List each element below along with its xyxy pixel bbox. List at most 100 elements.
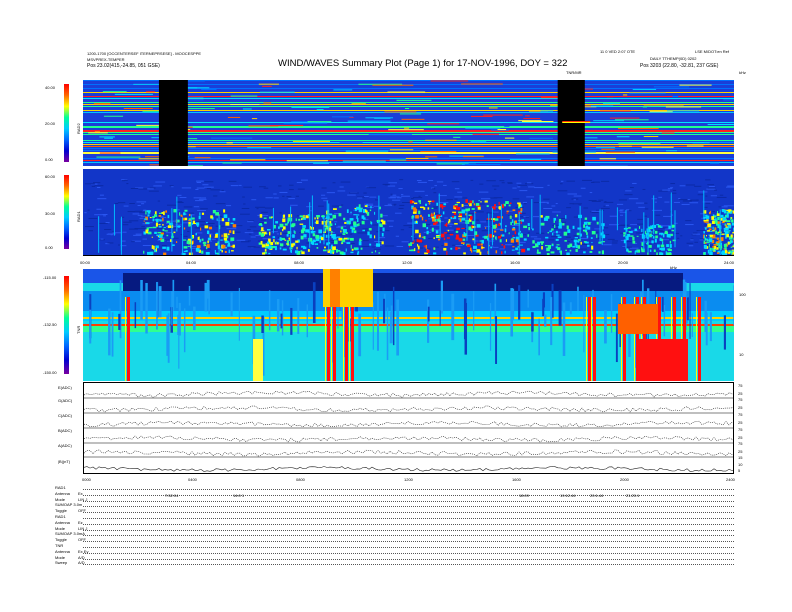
rad1-burst	[230, 222, 234, 225]
rad1-noise	[241, 207, 250, 209]
rad1-noise	[133, 234, 142, 236]
rad2-streak	[201, 89, 217, 91]
rad1-burst	[732, 210, 734, 214]
rad1-noise	[155, 181, 166, 183]
rad1-burst	[536, 251, 541, 254]
rad1-noise	[362, 240, 369, 242]
tnr-streak	[439, 310, 441, 326]
rad1-noise	[428, 218, 432, 220]
tnr-label-top: TNR/MR	[566, 70, 582, 75]
rad1-noise	[375, 199, 378, 201]
rad2-streak	[292, 140, 330, 142]
rad1-burst	[219, 248, 222, 252]
rad1-noise	[519, 241, 526, 243]
rad2-streak	[609, 117, 640, 119]
tnr-streak	[704, 300, 707, 332]
rad1-burst	[505, 225, 507, 228]
rad1-burst	[443, 232, 448, 234]
rad1-burst	[222, 244, 226, 249]
rad2-streak	[686, 145, 704, 147]
rad1-burst	[370, 206, 372, 209]
rad2-streak	[387, 91, 426, 93]
rad1-burst	[332, 237, 337, 240]
rad2-streak	[102, 91, 127, 93]
rad2-streak	[351, 103, 366, 105]
rad2-streak	[616, 136, 630, 138]
tnr-spike-edge	[696, 297, 697, 381]
rad1-noise	[400, 229, 405, 231]
rad2-streak	[372, 84, 414, 86]
rad1-noise	[392, 194, 397, 196]
rad2-streak	[692, 142, 710, 144]
rad2-streak	[259, 91, 295, 93]
tnr-streak	[538, 318, 540, 356]
rad2-streak	[632, 89, 657, 91]
rad1-burst	[431, 212, 433, 217]
rad1-burst	[659, 237, 662, 241]
rad1-burst	[215, 234, 218, 238]
rad1-noise	[363, 192, 367, 194]
rad1-noise	[686, 242, 694, 244]
rad1-burst	[727, 241, 730, 245]
tnr-streak	[280, 313, 283, 329]
footer-dotted-rule	[83, 523, 734, 525]
rad1-burst	[315, 220, 319, 225]
rad1-burst	[186, 240, 190, 245]
rad2-streak	[396, 99, 432, 101]
footer-label: TNR	[55, 543, 64, 548]
rad1-noise	[493, 197, 503, 199]
rad1-burst	[716, 213, 720, 217]
rad1-burst	[586, 235, 589, 238]
rad1-noise	[651, 198, 658, 200]
rad1-burst	[232, 244, 235, 248]
rad2-streak	[368, 134, 412, 136]
rad1-noise	[279, 191, 288, 193]
rad1-burst	[260, 233, 265, 237]
rad1-noise	[620, 224, 629, 226]
rad1-noise	[573, 235, 578, 237]
rad1-noise	[210, 189, 221, 191]
rad1-noise	[486, 180, 496, 182]
footer-marker: 18:09	[519, 493, 530, 498]
rad1-burst	[365, 209, 367, 213]
rad2-streak	[614, 119, 649, 121]
rad1-burst	[554, 224, 556, 229]
tnr-streak	[276, 299, 280, 332]
rad1-burst	[188, 218, 192, 221]
rad1-burst	[410, 242, 412, 246]
tnr-spike-edge	[586, 297, 587, 381]
rad1-burst	[154, 219, 159, 221]
rad1-noise	[196, 187, 205, 189]
rad1-noise	[700, 213, 704, 215]
rad2-streak	[258, 83, 279, 85]
footer-label: RAD1	[55, 514, 66, 519]
rad1-burst	[437, 238, 441, 241]
rad1-noise	[492, 211, 499, 213]
rad1-burst	[423, 207, 426, 210]
rad2-streak	[540, 110, 554, 112]
rad1-burst	[591, 241, 593, 244]
rad1-burst	[227, 233, 230, 236]
rad1-noise	[193, 197, 202, 199]
rad1-burst	[431, 207, 434, 209]
rad1-burst	[657, 225, 661, 228]
rad1-burst	[589, 251, 593, 253]
rad1-burst	[527, 248, 530, 251]
rad1-burst	[353, 230, 357, 234]
tnr-streak	[312, 282, 316, 323]
rad1-burst	[225, 221, 230, 226]
rad1-streak	[719, 209, 721, 255]
series-label-c: C(ADC)	[58, 413, 72, 418]
rad1-noise	[708, 186, 715, 188]
rad1-noise	[193, 206, 200, 208]
rad1-burst	[199, 239, 202, 243]
rad1-burst	[630, 235, 634, 237]
rad2-streak	[405, 157, 429, 159]
rad1-burst	[330, 234, 333, 236]
rad1-burst	[338, 213, 342, 217]
rad1-burst	[583, 221, 588, 225]
rad2-streak	[399, 113, 422, 115]
rad1-noise	[620, 214, 623, 216]
rad1-noise	[706, 188, 716, 190]
rad2-streak	[453, 136, 461, 138]
